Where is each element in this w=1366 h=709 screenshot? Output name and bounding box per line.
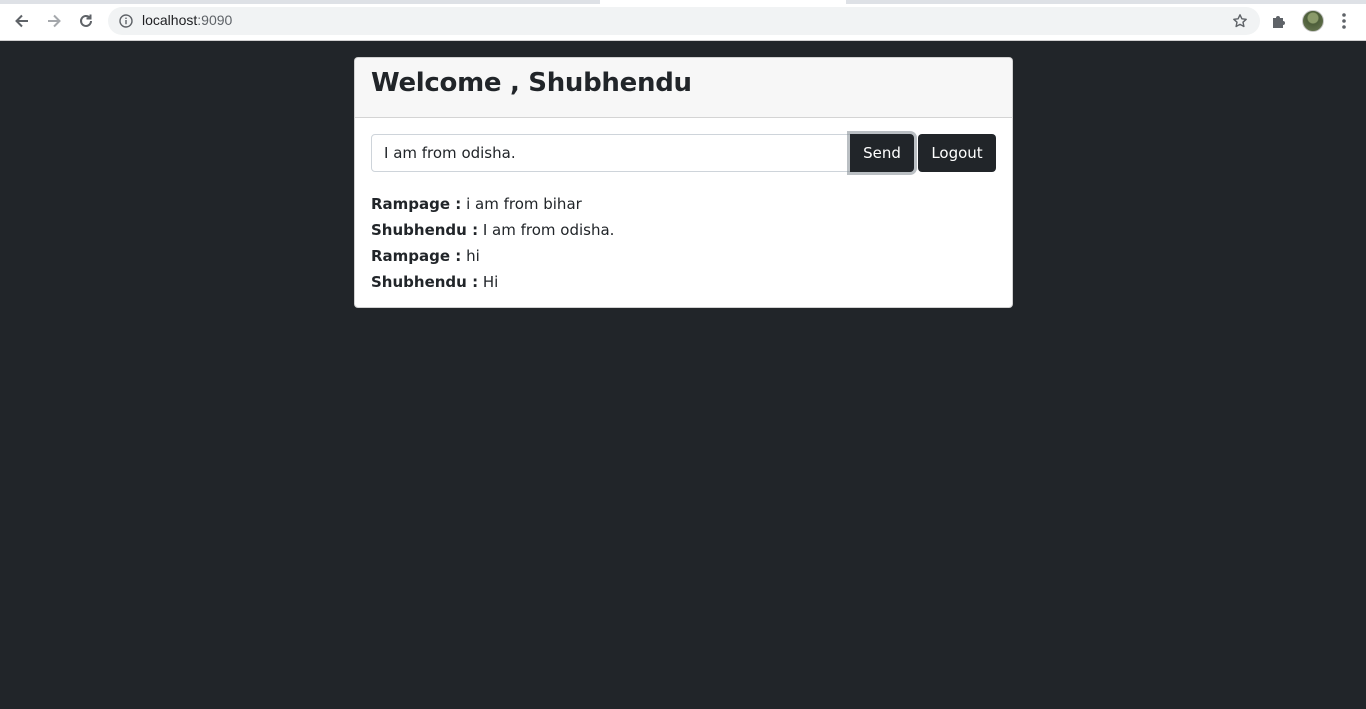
- back-button[interactable]: [11, 10, 33, 32]
- info-icon[interactable]: [119, 14, 133, 28]
- message-item: Rampage : i am from bihar: [371, 191, 996, 217]
- avatar[interactable]: [1302, 10, 1324, 32]
- message-composer: Send Logout: [371, 134, 996, 172]
- welcome-title: Welcome , Shubhendu: [371, 68, 692, 98]
- message-sender: Rampage :: [371, 195, 462, 213]
- url-host: localhost: [142, 12, 198, 28]
- kebab-menu-icon[interactable]: [1336, 12, 1352, 30]
- card-header: Welcome , Shubhendu: [355, 58, 1012, 118]
- message-text: Hi: [478, 273, 499, 291]
- url-text[interactable]: localhost:9090: [142, 12, 232, 28]
- message-item: Shubhendu : I am from odisha.: [371, 217, 996, 243]
- star-icon[interactable]: [1232, 13, 1248, 29]
- address-bar[interactable]: localhost:9090: [108, 7, 1260, 35]
- message-item: Rampage : hi: [371, 243, 996, 269]
- reload-button[interactable]: [75, 10, 97, 32]
- forward-button[interactable]: [43, 10, 65, 32]
- message-sender: Shubhendu :: [371, 273, 479, 291]
- arrow-left-icon: [15, 14, 28, 28]
- message-text: I am from odisha.: [478, 221, 615, 239]
- active-tab-edge[interactable]: [600, 0, 846, 4]
- message-list: Rampage : i am from bihar Shubhendu : I …: [371, 191, 996, 295]
- arrow-right-icon: [48, 14, 61, 28]
- message-input[interactable]: [371, 134, 853, 172]
- message-text: i am from bihar: [461, 195, 582, 213]
- message-text: hi: [461, 247, 480, 265]
- message-sender: Shubhendu :: [371, 221, 479, 239]
- card-body: Send Logout Rampage : i am from bihar Sh…: [355, 118, 1012, 307]
- message-item: Shubhendu : Hi: [371, 269, 996, 295]
- browser-toolbar: localhost:9090: [0, 0, 1366, 41]
- reload-icon: [80, 14, 92, 27]
- logout-button[interactable]: Logout: [918, 134, 996, 172]
- send-button[interactable]: Send: [850, 134, 914, 172]
- chat-card: Welcome , Shubhendu Send Logout Rampage …: [354, 57, 1013, 308]
- url-port: :9090: [197, 12, 233, 28]
- puzzle-icon[interactable]: [1270, 12, 1288, 30]
- message-sender: Rampage :: [371, 247, 462, 265]
